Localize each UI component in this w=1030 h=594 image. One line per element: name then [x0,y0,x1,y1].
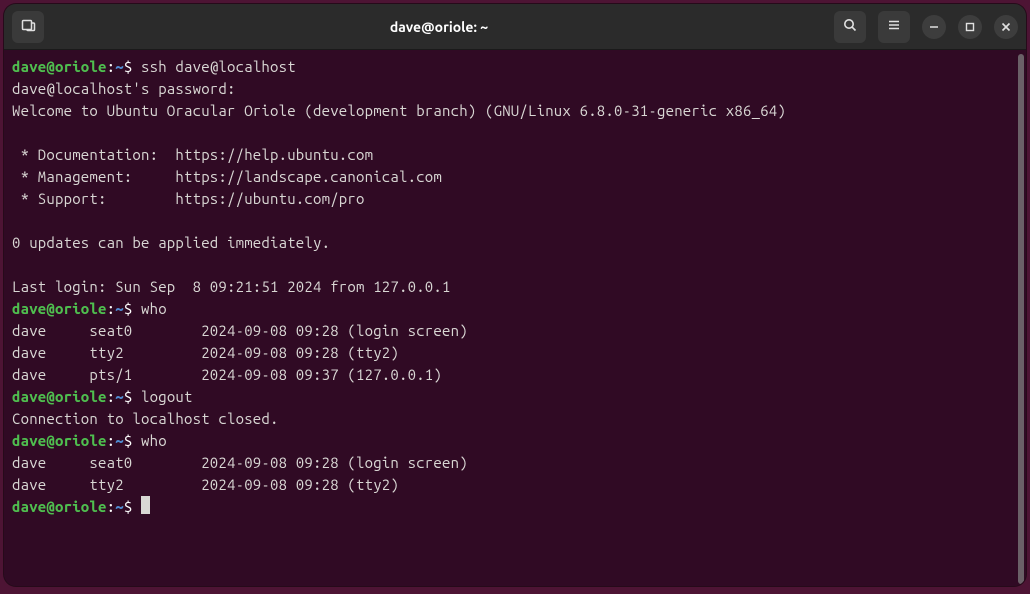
output-line: Welcome to Ubuntu Oracular Oriole (devel… [12,100,1008,122]
titlebar-left [12,11,44,43]
prompt-line: dave@oriole:~$ ssh dave@localhost [12,56,1008,78]
output-line: dave tty2 2024-09-08 09:28 (tty2) [12,342,1008,364]
prompt-colon: : [107,58,116,75]
minimize-icon [929,18,939,36]
new-tab-button[interactable] [12,11,44,43]
output-line: Connection to localhost closed. [12,408,1008,430]
command-text: logout [141,388,193,405]
close-button[interactable] [994,15,1018,39]
maximize-button[interactable] [958,15,982,39]
prompt-line: dave@oriole:~$ who [12,430,1008,452]
output-line: * Management: https://landscape.canonica… [12,166,1008,188]
prompt-dollar: $ [124,432,141,449]
hamburger-icon [886,17,902,37]
prompt-userhost: dave@oriole [12,498,107,515]
prompt-userhost: dave@oriole [12,58,107,75]
scrollbar[interactable] [1016,50,1026,586]
menu-button[interactable] [878,11,910,43]
search-button[interactable] [834,11,866,43]
output-line: 0 updates can be applied immediately. [12,232,1008,254]
prompt-colon: : [107,300,116,317]
output-line: Last login: Sun Sep 8 09:21:51 2024 from… [12,276,1008,298]
prompt-dollar: $ [124,300,141,317]
prompt-path: ~ [115,300,124,317]
scrollbar-thumb[interactable] [1018,54,1024,584]
output-line: dave seat0 2024-09-08 09:28 (login scree… [12,320,1008,342]
prompt-path: ~ [115,58,124,75]
command-text: who [141,432,167,449]
prompt-line: dave@oriole:~$ logout [12,386,1008,408]
prompt-colon: : [107,498,116,515]
minimize-button[interactable] [922,15,946,39]
output-line: * Documentation: https://help.ubuntu.com [12,144,1008,166]
output-line: dave seat0 2024-09-08 09:28 (login scree… [12,452,1008,474]
prompt-dollar: $ [124,498,141,515]
prompt-path: ~ [115,432,124,449]
blank-line [12,210,1008,232]
prompt-line: dave@oriole:~$ who [12,298,1008,320]
maximize-icon [965,18,975,36]
titlebar: dave@oriole: ~ [4,4,1026,50]
terminal-window: dave@oriole: ~ [4,4,1026,586]
search-icon [842,17,858,37]
window-title: dave@oriole: ~ [50,19,828,35]
close-icon [1001,18,1011,36]
prompt-userhost: dave@oriole [12,432,107,449]
output-line: dave tty2 2024-09-08 09:28 (tty2) [12,474,1008,496]
blank-line [12,122,1008,144]
output-line: dave pts/1 2024-09-08 09:37 (127.0.0.1) [12,364,1008,386]
output-line: dave@localhost's password: [12,78,1008,100]
output-line: * Support: https://ubuntu.com/pro [12,188,1008,210]
terminal-area[interactable]: dave@oriole:~$ ssh dave@localhostdave@lo… [4,50,1026,586]
command-text: ssh dave@localhost [141,58,296,75]
terminal-content[interactable]: dave@oriole:~$ ssh dave@localhostdave@lo… [4,50,1016,586]
cursor [141,496,150,514]
prompt-userhost: dave@oriole [12,388,107,405]
command-text: who [141,300,167,317]
titlebar-right [834,11,1018,43]
prompt-path: ~ [115,388,124,405]
prompt-userhost: dave@oriole [12,300,107,317]
prompt-line: dave@oriole:~$ [12,496,1008,518]
prompt-colon: : [107,432,116,449]
prompt-colon: : [107,388,116,405]
prompt-dollar: $ [124,388,141,405]
prompt-dollar: $ [124,58,141,75]
prompt-path: ~ [115,498,124,515]
blank-line [12,254,1008,276]
new-tab-icon [20,17,36,37]
